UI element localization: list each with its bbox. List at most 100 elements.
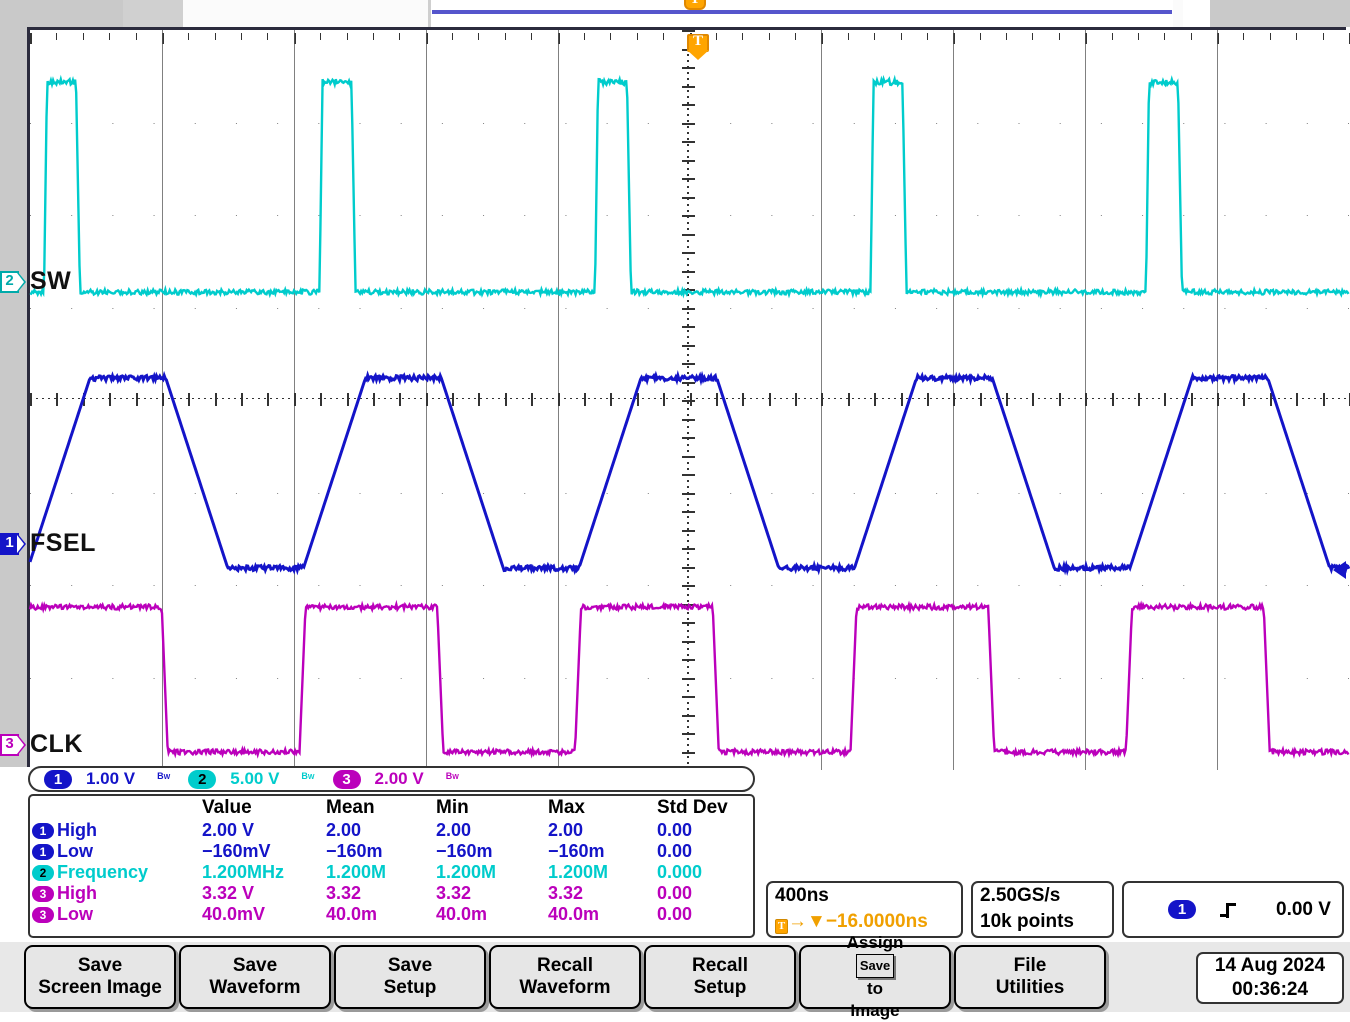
softkey-line1: Recall bbox=[537, 955, 593, 976]
timebase-scale: 400ns bbox=[775, 885, 829, 906]
ch1-scale-value: 1.00 V bbox=[86, 769, 136, 788]
trigger-box[interactable]: 1 0.00 V bbox=[1122, 881, 1344, 938]
topbar-left-gutter bbox=[0, 0, 123, 27]
ch3-badge-number: 3 bbox=[5, 735, 14, 752]
ch1-ground-marker[interactable] bbox=[1333, 561, 1346, 579]
measurement-std-cell: 0.00 bbox=[657, 820, 693, 840]
ch2-badge-number: 2 bbox=[5, 272, 14, 289]
ch2-edge-badge[interactable]: 2 bbox=[0, 271, 26, 293]
measurement-col-max: Max bbox=[548, 797, 585, 818]
measurement-row[interactable]: 1 High 2.00 V 2.00 2.00 2.00 0.00 bbox=[30, 820, 753, 841]
record-scroll-bar[interactable]: T bbox=[0, 0, 1350, 27]
softkey-line2: Setup bbox=[693, 977, 747, 998]
softkey-save-setup[interactable]: Save Setup bbox=[334, 945, 486, 1009]
measurement-channel-pill: 1 bbox=[32, 844, 54, 861]
ch3-bw-icon: BW bbox=[445, 771, 459, 781]
clock-box: 14 Aug 2024 00:36:24 bbox=[1196, 952, 1344, 1004]
measurement-label: Frequency bbox=[57, 862, 149, 882]
ch3-edge-badge[interactable]: 3 bbox=[0, 734, 26, 756]
trigger-level: 0.00 V bbox=[1276, 898, 1331, 920]
measurement-row[interactable]: 1 Low −160mV −160m −160m −160m 0.00 bbox=[30, 841, 753, 862]
measurement-name-cell: 3 High bbox=[30, 883, 200, 904]
ch1-bw-icon: BW bbox=[157, 771, 171, 781]
measurement-channel-pill: 1 bbox=[32, 823, 54, 840]
measurement-max-cell: 2.00 bbox=[548, 820, 584, 840]
measurement-mean-cell: 40.0m bbox=[326, 904, 378, 924]
measurement-min-cell: 1.200M bbox=[436, 862, 497, 882]
softkey-recall-waveform[interactable]: Recall Waveform bbox=[489, 945, 641, 1009]
trigger-marker-grid[interactable]: T bbox=[687, 33, 709, 60]
graticule[interactable]: T bbox=[27, 27, 1350, 772]
measurement-label: Low bbox=[57, 841, 93, 861]
measurement-name-cell: 1 Low bbox=[30, 841, 200, 862]
measurement-label: High bbox=[57, 820, 97, 840]
measurement-row[interactable]: 2 Frequency 1.200MHz 1.200M 1.200M 1.200M 0.00… bbox=[30, 862, 753, 883]
trigger-line: 1 0.00 V bbox=[1124, 883, 1342, 936]
record-window-line bbox=[432, 10, 1172, 14]
softkey-line2: Utilities bbox=[995, 977, 1065, 998]
timebase-trigger-glyph: T bbox=[775, 919, 788, 934]
ch3-scale-value: 2.00 V bbox=[374, 769, 424, 788]
softkey-save-screen-image[interactable]: Save Screen Image bbox=[24, 945, 176, 1009]
acquisition-box[interactable]: 2.50GS/s 10k points bbox=[971, 881, 1114, 938]
softkey-line1: Assign bbox=[846, 933, 904, 952]
softkey-save-waveform[interactable]: Save Waveform bbox=[179, 945, 331, 1009]
measurement-mean-cell: 1.200M bbox=[326, 862, 387, 882]
softkey-line2: Waveform bbox=[519, 977, 611, 998]
measurement-min-cell: 3.32 bbox=[436, 883, 472, 903]
measurement-channel-pill: 3 bbox=[32, 907, 54, 924]
display-left-gutter bbox=[0, 27, 27, 767]
measurement-value-cell: 2.00 V bbox=[202, 820, 255, 840]
measurement-mean-cell: 2.00 bbox=[326, 820, 362, 840]
trigger-marker-grid-point bbox=[687, 50, 709, 60]
ch2-scale-value: 5.00 V bbox=[230, 769, 280, 788]
ch2-waveform-label: SW bbox=[30, 267, 72, 295]
measurement-max-cell: 3.32 bbox=[548, 883, 584, 903]
measurement-channel-pill: 3 bbox=[32, 886, 54, 903]
clock-date: 14 Aug 2024 bbox=[1214, 955, 1326, 976]
measurement-min-cell: 2.00 bbox=[436, 820, 472, 840]
sample-rate: 2.50GS/s bbox=[980, 885, 1061, 906]
measurement-max-cell: 1.200M bbox=[548, 862, 609, 882]
measurement-label: Low bbox=[57, 904, 93, 924]
softkey-assign-save-to-image[interactable]: Assign Save to Image bbox=[799, 933, 951, 1020]
softkey-line2: Screen Image bbox=[38, 977, 162, 998]
ch1-scale-pill[interactable]: 1 bbox=[44, 769, 72, 789]
softkey-recall-setup[interactable]: Recall Setup bbox=[644, 945, 796, 1009]
measurement-value-cell: 1.200MHz bbox=[202, 862, 285, 882]
waveform-ch2-sw bbox=[29, 74, 1350, 299]
measurement-row[interactable]: 3 Low 40.0mV 40.0m 40.0m 40.0m 0.00 bbox=[30, 904, 753, 925]
trigger-marker-top[interactable]: T bbox=[684, 0, 706, 18]
measurement-col-min: Min bbox=[436, 797, 469, 818]
softkey-line1: Save bbox=[232, 955, 278, 976]
measurement-channel-pill: 2 bbox=[32, 865, 54, 882]
softkey-line1: Recall bbox=[692, 955, 748, 976]
timebase-box[interactable]: 400ns T →▼−16.0000ns bbox=[766, 881, 963, 938]
measurement-max-cell: 40.0m bbox=[548, 904, 600, 924]
ch2-scale-pill[interactable]: 2 bbox=[188, 769, 217, 789]
ch3-scale-pill[interactable]: 3 bbox=[332, 769, 361, 789]
measurement-row[interactable]: 3 High 3.32 V 3.32 3.32 3.32 0.00 bbox=[30, 883, 753, 904]
measurement-min-cell: 40.0m bbox=[436, 904, 488, 924]
measurement-std-cell: 0.00 bbox=[657, 883, 693, 903]
topbar-left-pad bbox=[123, 0, 183, 27]
measurement-header-row: Value Mean Min Max Std Dev bbox=[30, 796, 753, 820]
measurement-value-cell: −160mV bbox=[202, 841, 271, 861]
waveform-layer bbox=[28, 74, 1350, 759]
measurement-col-name bbox=[30, 796, 200, 820]
trigger-marker-grid-label: T bbox=[692, 33, 703, 49]
ch1-edge-badge[interactable]: 1 bbox=[0, 533, 26, 555]
measurement-name-cell: 2 Frequency bbox=[30, 862, 200, 883]
measurement-mean-cell: −160m bbox=[326, 841, 383, 861]
trigger-source-pill[interactable]: 1 bbox=[1168, 900, 1196, 919]
record-length: 10k points bbox=[980, 911, 1074, 932]
channel-scale-bar[interactable]: 1 1.00 V BW 2 5.00 V BW 3 2.00 V BW bbox=[28, 766, 755, 792]
waveform-ch1-fsel bbox=[28, 370, 1350, 576]
softkey-line1: Save bbox=[387, 955, 433, 976]
softkey-line1: File bbox=[1013, 955, 1047, 976]
softkey-bar: Save Screen Image Save Waveform Save Setup Rec… bbox=[0, 933, 1350, 1020]
topbar-right-gutter bbox=[1210, 0, 1350, 27]
softkey-file-utilities[interactable]: File Utilities bbox=[954, 945, 1106, 1009]
measurement-name-cell: 1 High bbox=[30, 820, 200, 841]
measurement-table[interactable]: Value Mean Min Max Std Dev 1 High 2.00 V 2.… bbox=[28, 794, 755, 938]
